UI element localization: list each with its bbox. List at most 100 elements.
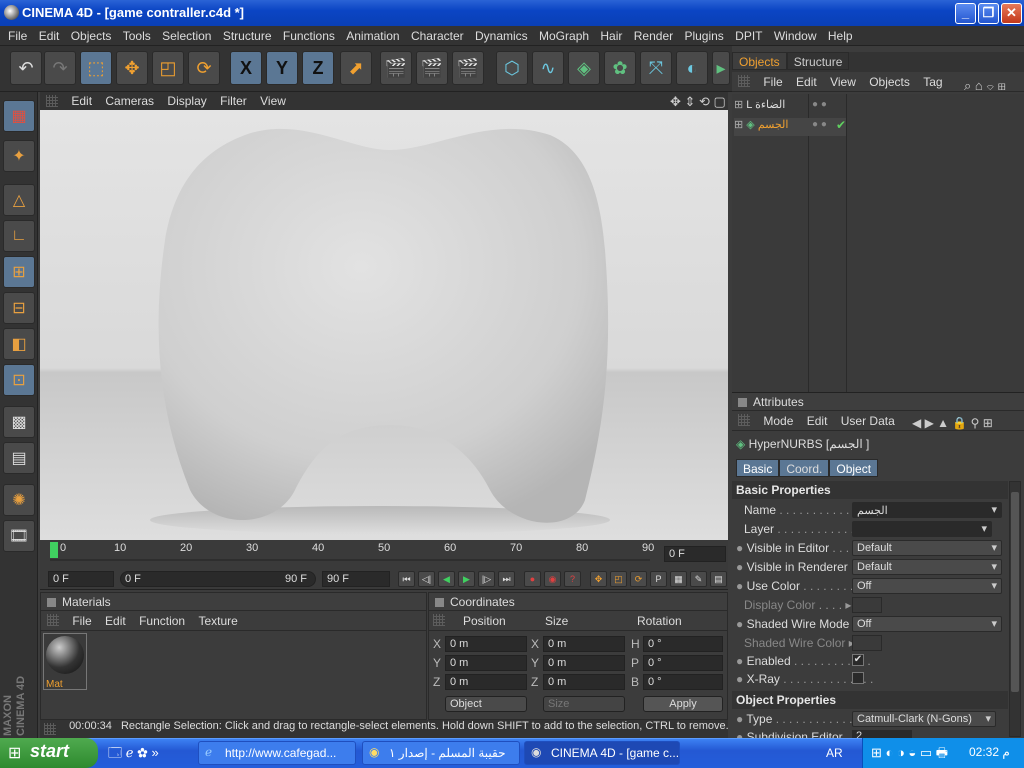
language-indicator[interactable]: AR bbox=[826, 746, 843, 760]
enabled-checkbox[interactable]: ✔ bbox=[852, 654, 864, 666]
rectangle-selection-icon[interactable]: ⬚ bbox=[80, 51, 112, 85]
objects-menu-edit[interactable]: Edit bbox=[796, 72, 817, 89]
cinema4d-app-icon[interactable] bbox=[4, 5, 19, 20]
menu-dpit[interactable]: DPIT bbox=[735, 26, 762, 43]
materials-menu-file[interactable]: File bbox=[72, 611, 91, 628]
tab-basic[interactable]: Basic bbox=[736, 459, 780, 477]
end-frame-field[interactable]: 90 F bbox=[322, 571, 390, 587]
coordinate-system-icon[interactable]: ⬈ bbox=[340, 51, 372, 85]
tab-objects[interactable]: Objects bbox=[732, 52, 787, 70]
panel-toggle-icon[interactable] bbox=[435, 598, 444, 608]
close-button[interactable]: ✕ bbox=[1001, 3, 1022, 24]
menu-selection[interactable]: Selection bbox=[162, 26, 211, 43]
menu-animation[interactable]: Animation bbox=[346, 26, 399, 43]
redo-icon[interactable]: ↷ bbox=[44, 51, 76, 85]
tab-coord[interactable]: Coord. bbox=[779, 459, 830, 477]
grip-handle[interactable] bbox=[44, 723, 56, 735]
menu-file[interactable]: File bbox=[8, 26, 27, 43]
goto-end-icon[interactable]: ⏭ bbox=[498, 571, 515, 587]
visibility-dots-icon[interactable]: ● ● bbox=[812, 99, 827, 110]
expand-icon[interactable]: ⊞ bbox=[734, 119, 743, 131]
objects-menu-file[interactable]: File bbox=[763, 72, 782, 89]
interpolation-icon[interactable]: ✎ bbox=[690, 571, 707, 587]
visibility-dots-icon[interactable]: ● ● bbox=[812, 119, 827, 130]
objects-toolbar-icons[interactable]: ⌕ ⌂ ⌔ ⊞ bbox=[964, 75, 1006, 94]
menu-tools[interactable]: Tools bbox=[123, 26, 151, 43]
materials-menu-function[interactable]: Function bbox=[139, 611, 185, 628]
uv-mode-icon[interactable]: ⊡ bbox=[3, 364, 35, 396]
material-swatch[interactable]: Mat bbox=[43, 633, 87, 690]
taskbar-item-app[interactable]: ◉ حقيبة المسلم - إصدار ١ bbox=[362, 741, 520, 765]
type-dropdown[interactable]: Catmull-Clark (N-Gons) bbox=[852, 711, 996, 727]
coordinate-mode-dropdown[interactable]: Object bbox=[445, 696, 527, 712]
menu-edit[interactable]: Edit bbox=[39, 26, 60, 43]
play-forward-icon[interactable]: ▶ bbox=[458, 571, 475, 587]
texture-mode-icon[interactable]: ▩ bbox=[3, 406, 35, 438]
soft-selection-icon[interactable]: ✺ bbox=[3, 484, 35, 516]
undo-icon[interactable]: ↶ bbox=[10, 51, 42, 85]
tray-icons[interactable]: ⊞ ◐ ◑ ◒ ▭ 🖶 bbox=[871, 744, 948, 766]
position-z-field[interactable]: 0 m bbox=[445, 674, 527, 690]
menu-objects[interactable]: Objects bbox=[71, 26, 112, 43]
menu-render[interactable]: Render bbox=[634, 26, 673, 43]
rotate-icon[interactable]: ⟳ bbox=[188, 51, 220, 85]
quicklaunch-icons[interactable]: 🗔 ℯ ✿ » bbox=[108, 744, 159, 766]
menu-structure[interactable]: Structure bbox=[223, 26, 272, 43]
menu-functions[interactable]: Functions bbox=[283, 26, 335, 43]
maximize-button[interactable]: ❐ bbox=[978, 3, 999, 24]
materials-menu-texture[interactable]: Texture bbox=[198, 611, 237, 628]
array-icon[interactable]: ✿ bbox=[604, 51, 636, 85]
taskbar-item-browser[interactable]: ℯ http://www.cafegad... bbox=[198, 741, 356, 765]
objects-menu-objects[interactable]: Objects bbox=[869, 72, 910, 89]
expand-icon[interactable]: ⊞ bbox=[734, 99, 743, 111]
animate-mode-icon[interactable]: 🎞 bbox=[3, 520, 35, 552]
enabled-check-icon[interactable]: ✔ bbox=[836, 118, 846, 132]
y-axis-icon[interactable]: Y bbox=[266, 51, 298, 85]
goto-start-icon[interactable]: ⏮ bbox=[398, 571, 415, 587]
grip-handle[interactable] bbox=[738, 414, 750, 426]
timeline-ruler[interactable] bbox=[40, 540, 660, 568]
object-axis-icon[interactable]: △ bbox=[3, 184, 35, 216]
scale-icon[interactable]: ◰ bbox=[152, 51, 184, 85]
frame-range-slider[interactable]: 0 F 90 F bbox=[120, 571, 316, 587]
menu-mograph[interactable]: MoGraph bbox=[539, 26, 589, 43]
objects-menu-view[interactable]: View bbox=[830, 72, 856, 89]
grip-handle[interactable] bbox=[738, 75, 750, 87]
key-rotation-icon[interactable]: ⟳ bbox=[630, 571, 647, 587]
list-item[interactable]: ⊞ L الضاءة bbox=[734, 98, 785, 116]
nurbs-icon[interactable]: ◈ bbox=[568, 51, 600, 85]
attributes-menu-edit[interactable]: Edit bbox=[807, 411, 828, 428]
record-icon[interactable]: ● bbox=[524, 571, 541, 587]
scrollbar-thumb[interactable] bbox=[1011, 492, 1019, 692]
taskbar-item-cinema4d[interactable]: ◉ CINEMA 4D - [game c... bbox=[524, 741, 680, 765]
cube-object-icon[interactable]: ⬡ bbox=[496, 51, 528, 85]
viewport-menu-filter[interactable]: Filter bbox=[220, 92, 247, 108]
spline-icon[interactable]: ∿ bbox=[532, 51, 564, 85]
render-picture-viewer-icon[interactable]: 🎬 bbox=[416, 51, 448, 85]
key-parameter-icon[interactable]: P bbox=[650, 571, 667, 587]
viewport-nav-icons[interactable]: ✥ ⇕ ⟲ ▢ bbox=[670, 92, 726, 110]
tab-object[interactable]: Object bbox=[829, 459, 879, 477]
points-mode-icon[interactable]: ⊞ bbox=[3, 256, 35, 288]
deformer-icon[interactable]: ⤧ bbox=[640, 51, 672, 85]
size-z-field[interactable]: 0 m bbox=[543, 674, 625, 690]
timeline-playhead[interactable] bbox=[50, 542, 58, 558]
display-color-swatch[interactable] bbox=[852, 597, 882, 613]
xray-checkbox[interactable] bbox=[852, 672, 864, 684]
use-color-dropdown[interactable]: Off bbox=[852, 578, 1002, 594]
render-settings-icon[interactable]: 🎬 bbox=[452, 51, 484, 85]
attributes-scrollbar[interactable] bbox=[1009, 481, 1021, 737]
rotation-p-field[interactable]: 0 ° bbox=[643, 655, 723, 671]
size-x-field[interactable]: 0 m bbox=[543, 636, 625, 652]
current-frame-field[interactable]: 0 F bbox=[664, 546, 726, 562]
visible-renderer-dropdown[interactable]: Default bbox=[852, 559, 1002, 575]
materials-menu-edit[interactable]: Edit bbox=[105, 611, 126, 628]
edges-mode-icon[interactable]: ⊟ bbox=[3, 292, 35, 324]
render-view-icon[interactable]: 🎬 bbox=[380, 51, 412, 85]
timeline[interactable]: 0 10 20 30 40 50 60 70 80 90 0 F bbox=[40, 540, 728, 568]
viewport-menu-edit[interactable]: Edit bbox=[71, 92, 92, 108]
menu-plugins[interactable]: Plugins bbox=[684, 26, 723, 43]
polygons-mode-icon[interactable]: ◧ bbox=[3, 328, 35, 360]
viewport-menu-cameras[interactable]: Cameras bbox=[105, 92, 154, 108]
start-frame-field[interactable]: 0 F bbox=[48, 571, 114, 587]
